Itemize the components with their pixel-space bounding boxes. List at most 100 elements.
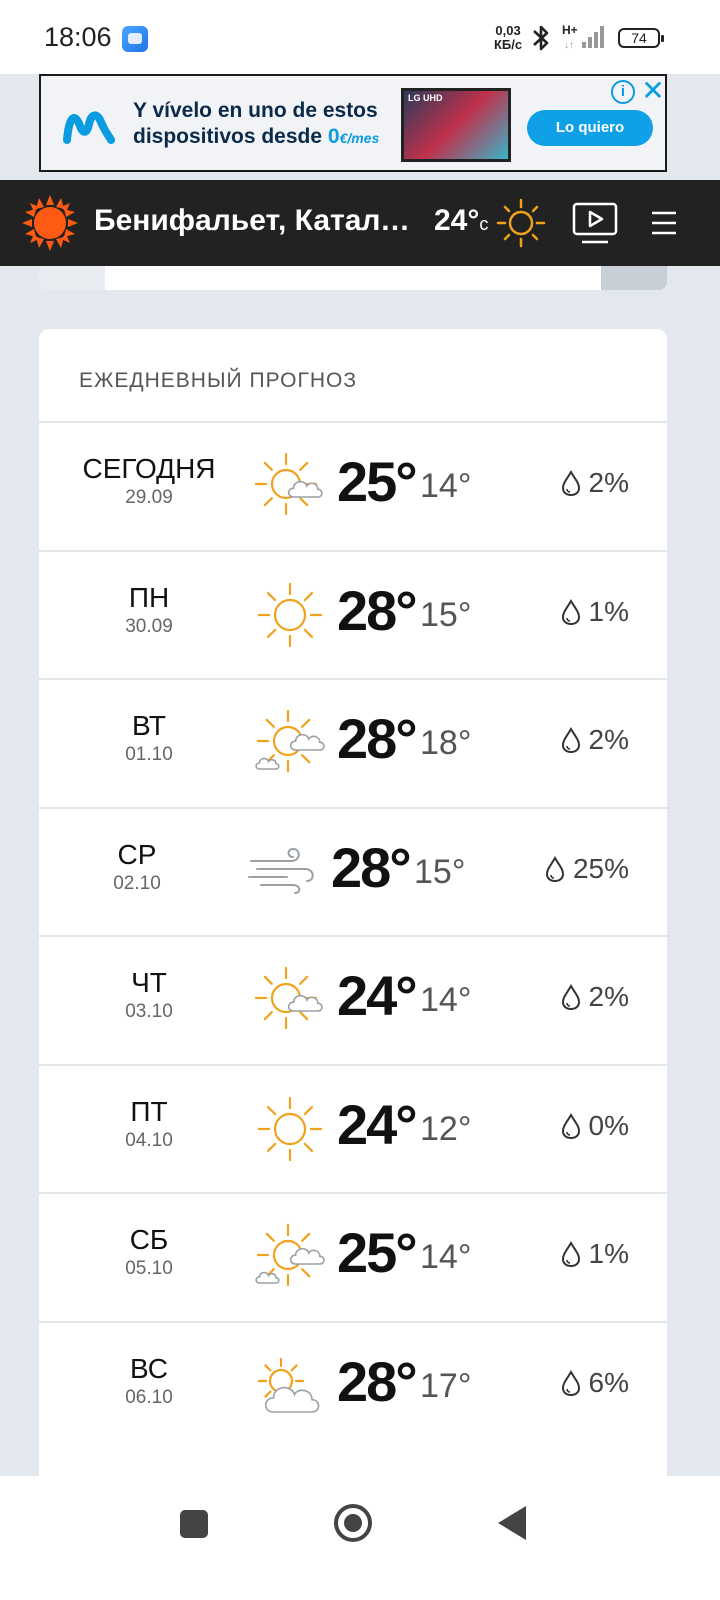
- precipitation-drop-icon: [561, 598, 580, 625]
- ad-price: 0: [327, 125, 340, 148]
- status-time: 18:06: [44, 22, 112, 52]
- movistar-logo: [63, 111, 115, 144]
- precipitation-value: 6%: [588, 1366, 629, 1398]
- previous-card-right: [601, 266, 667, 290]
- day-name: ЧТ: [131, 967, 167, 998]
- ad-cta-button[interactable]: Lo quiero: [527, 110, 653, 146]
- precipitation-value: 1%: [588, 1238, 629, 1269]
- sun-cloud-icon: [254, 966, 323, 1030]
- precipitation-drop-icon: [561, 1369, 580, 1396]
- previous-card-left: [39, 266, 105, 290]
- forecast-day-row[interactable]: ВТ 01.10 28° 18° 2%: [39, 678, 667, 806]
- ad-copy-line1: Y vívelo en uno de estos: [133, 99, 378, 122]
- day-date: 06.10: [125, 1386, 173, 1408]
- daily-forecast-card: ЕЖЕДНЕВНЫЙ ПРОГНОЗ СЕГОДНЯ 29.09 25° 14°…: [39, 329, 667, 1489]
- forecast-day-row[interactable]: СР 02.10 28° 15° 25%: [39, 806, 667, 935]
- sun-clouds-icon: [255, 1223, 325, 1287]
- precipitation-drop-icon: [561, 727, 580, 753]
- bluetooth-icon: [533, 25, 549, 51]
- day-label: ПТ 04.10: [39, 1096, 259, 1152]
- temp-min: 14°: [420, 1238, 472, 1276]
- day-name: ПТ: [130, 1095, 168, 1127]
- precipitation-drop-icon: [561, 470, 580, 496]
- signal-icon: H+ ↓↑: [562, 23, 604, 51]
- temp-max: 24°: [337, 964, 418, 1027]
- temp-min: 15°: [420, 595, 472, 634]
- precipitation-drop-icon: [561, 1241, 580, 1267]
- location-title[interactable]: Бенифальет, Катало...: [94, 204, 420, 238]
- forecast-day-row[interactable]: ПТ 04.10 24° 12° 0%: [39, 1063, 667, 1192]
- temp-max: 28°: [331, 835, 412, 899]
- ad-banner[interactable]: Y vívelo en uno de estos dispositivos de…: [39, 74, 667, 172]
- forecast-day-row[interactable]: СБ 05.10 25° 14° 1%: [39, 1192, 667, 1320]
- day-name: ВС: [130, 1352, 168, 1384]
- ad-close-icon[interactable]: ✕: [641, 77, 665, 106]
- precipitation: 2%: [561, 724, 629, 756]
- day-name: ВТ: [132, 710, 166, 741]
- day-label: ЧТ 03.10: [39, 967, 259, 1023]
- day-date: 03.10: [125, 1001, 173, 1022]
- precipitation: 6%: [561, 1367, 629, 1399]
- temp-min: 14°: [420, 467, 472, 505]
- menu-icon[interactable]: [650, 210, 678, 236]
- precipitation: 25%: [545, 853, 629, 885]
- precipitation: 1%: [561, 1238, 629, 1270]
- forecast-day-row[interactable]: ПН 30.09 28° 15° 1%: [39, 549, 667, 678]
- day-label: СР 02.10: [27, 839, 247, 895]
- precipitation-value: 2%: [588, 467, 629, 498]
- temp-max: 28°: [337, 707, 418, 770]
- svg-text:↓↑: ↓↑: [564, 40, 574, 51]
- day-name: СЕГОДНЯ: [82, 453, 216, 484]
- app-header: Бенифальет, Катало... 24°c: [0, 180, 720, 266]
- network-type-label: H+: [562, 23, 578, 37]
- day-label: ВТ 01.10: [39, 710, 259, 766]
- ad-container: Y vívelo en uno de estos dispositivos de…: [0, 74, 720, 176]
- precipitation: 0%: [561, 1110, 629, 1142]
- app-notification-icon: [122, 26, 148, 52]
- day-name: СР: [117, 838, 157, 870]
- day-label: СБ 05.10: [39, 1224, 259, 1280]
- network-speed: 0,03 КБ/с: [494, 24, 522, 52]
- current-weather-sun-icon: [496, 198, 546, 248]
- precipitation-value: 0%: [588, 1109, 629, 1141]
- wind-icon: [248, 847, 314, 894]
- day-date: 02.10: [113, 872, 161, 894]
- current-temp-value: 24°: [434, 204, 480, 237]
- network-speed-unit: КБ/с: [494, 37, 523, 52]
- precipitation-drop-icon: [561, 1112, 580, 1139]
- ad-tv-image: LG UHD: [401, 88, 511, 162]
- temp-max: 25°: [337, 450, 418, 513]
- temp-unit: c: [479, 214, 489, 234]
- day-name: ПН: [128, 581, 170, 613]
- previous-card-edge: [39, 266, 667, 290]
- ad-info-icon[interactable]: i: [611, 80, 635, 104]
- app-logo-sun-icon[interactable]: [22, 195, 78, 251]
- home-button[interactable]: [334, 1504, 372, 1542]
- precipitation-value: 1%: [588, 595, 629, 627]
- sun-icon: [257, 1096, 323, 1161]
- sun-clouds-icon: [255, 709, 325, 773]
- android-nav-bar: [0, 1476, 720, 1600]
- video-icon[interactable]: [572, 202, 618, 246]
- ad-tv-brand: LG UHD: [408, 93, 443, 103]
- forecast-day-row[interactable]: ВС 06.10 28° 17° 6%: [39, 1320, 667, 1449]
- day-date: 29.09: [125, 487, 173, 508]
- forecast-day-row[interactable]: ЧТ 03.10 24° 14° 2%: [39, 935, 667, 1063]
- sun-icon: [257, 582, 323, 647]
- day-date: 05.10: [125, 1258, 173, 1279]
- back-button[interactable]: [498, 1506, 526, 1540]
- ad-price-unit: €/mes: [339, 130, 380, 146]
- precipitation: 2%: [561, 981, 629, 1013]
- partly-cloudy-icon: [257, 1357, 320, 1413]
- day-name: СБ: [129, 1224, 169, 1255]
- precipitation-value: 2%: [588, 724, 629, 755]
- temp-max: 28°: [337, 578, 418, 642]
- battery-indicator: 74: [618, 28, 664, 48]
- day-date: 01.10: [125, 744, 173, 765]
- recents-button[interactable]: [180, 1510, 208, 1538]
- forecast-day-row[interactable]: СЕГОДНЯ 29.09 25° 14° 2%: [39, 421, 667, 549]
- day-date: 30.09: [125, 615, 173, 637]
- temp-min: 15°: [414, 852, 466, 891]
- status-bar: 18:06 0,03 КБ/с H+ ↓↑ 74: [0, 0, 720, 76]
- precipitation-drop-icon: [561, 984, 580, 1010]
